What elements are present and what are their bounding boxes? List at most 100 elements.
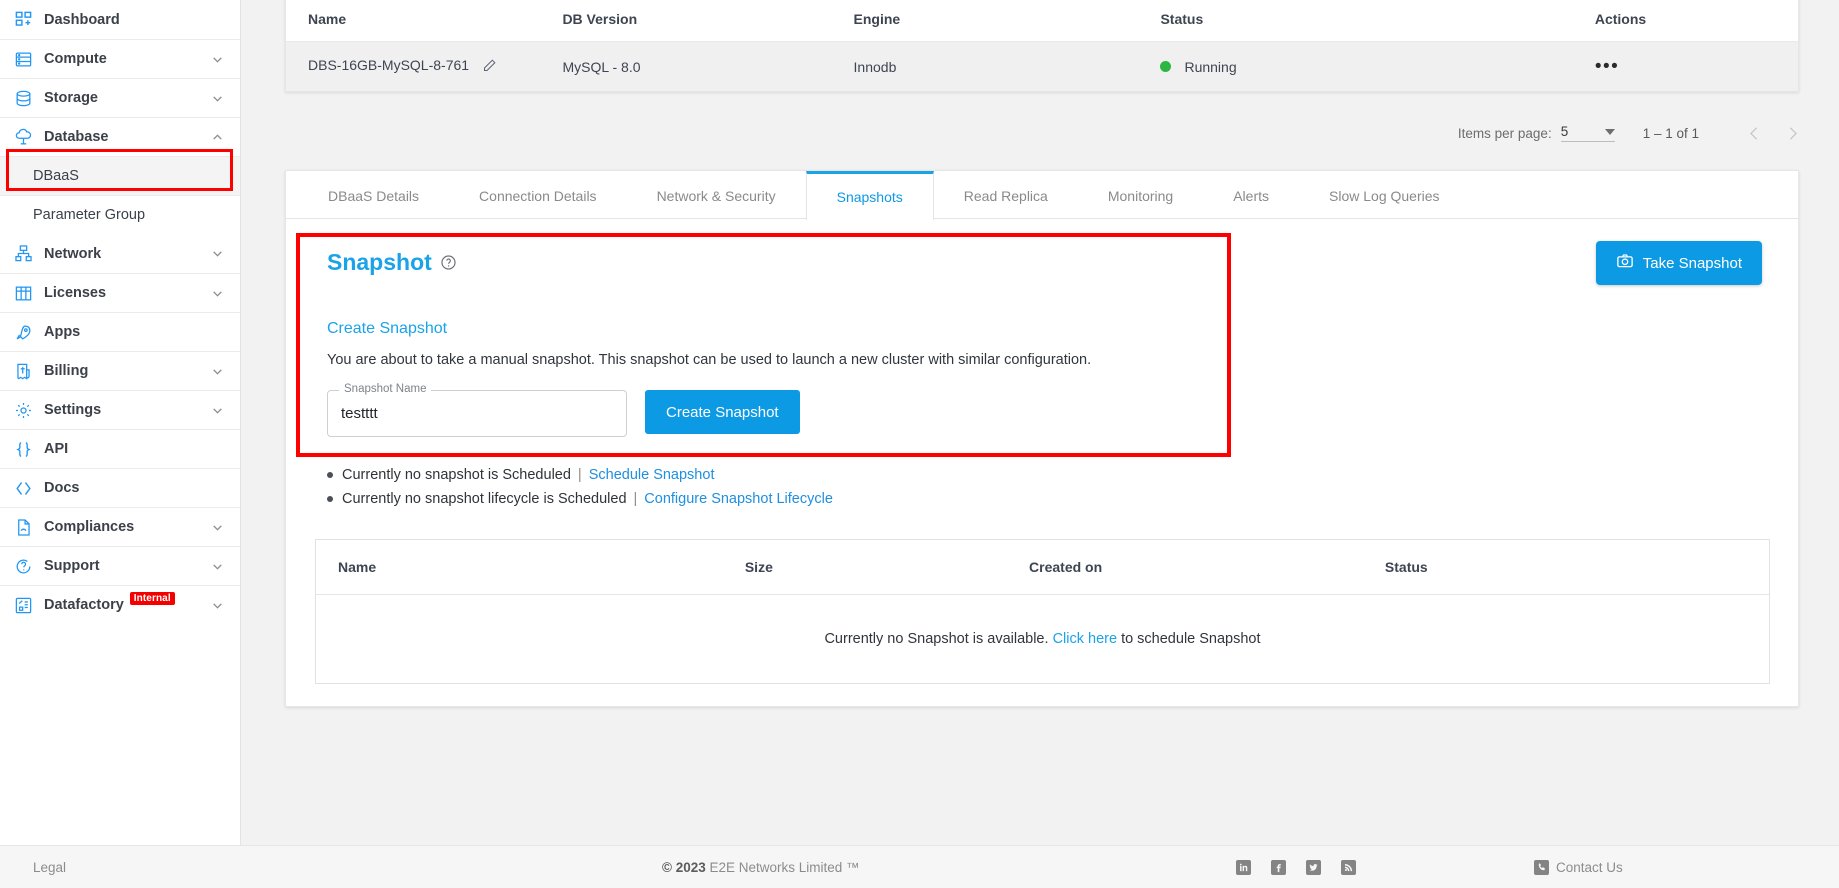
chevron-down-icon[interactable] bbox=[210, 598, 224, 612]
cluster-table-head: Name DB Version Engine Status Actions bbox=[286, 0, 1798, 42]
detail-tabs-card: DBaaS Details Connection Details Network… bbox=[285, 170, 1799, 707]
chevron-down-icon[interactable] bbox=[210, 247, 224, 261]
snapshot-table-body: Currently no Snapshot is available. Clic… bbox=[316, 595, 1769, 684]
support-chat-icon bbox=[10, 555, 36, 577]
sidebar-item-label: Billing bbox=[44, 363, 89, 379]
page-range-text: 1 – 1 of 1 bbox=[1642, 125, 1699, 141]
bullet-icon bbox=[327, 496, 333, 502]
angle-brackets-icon bbox=[10, 477, 36, 499]
sidebar-item-database[interactable]: Database bbox=[0, 117, 240, 156]
sidebar-item-compute[interactable]: Compute bbox=[0, 39, 240, 78]
sidebar-item-apps[interactable]: Apps bbox=[0, 312, 240, 351]
schedule-info-list: Currently no snapshot is Scheduled | Sch… bbox=[327, 463, 1798, 511]
scroll-gutter[interactable] bbox=[1823, 0, 1839, 845]
tab-dbaas-details[interactable]: DBaaS Details bbox=[298, 171, 449, 218]
separator: | bbox=[577, 467, 582, 483]
chevron-down-icon[interactable] bbox=[210, 52, 224, 66]
tab-network-security[interactable]: Network & Security bbox=[627, 171, 806, 218]
column-header-engine: Engine bbox=[853, 0, 1161, 42]
legal-link[interactable]: Legal bbox=[33, 860, 66, 875]
items-per-page-select[interactable]: 5 bbox=[1560, 124, 1615, 142]
sidebar-item-dbaas[interactable]: DBaaS bbox=[0, 156, 240, 195]
rocket-icon bbox=[10, 321, 36, 343]
dashboard-icon bbox=[10, 9, 36, 31]
items-per-page-label: Items per page: bbox=[1457, 125, 1552, 141]
empty-state-prefix: Currently no Snapshot is available. bbox=[824, 631, 1049, 647]
sidebar-item-label: Datafactory bbox=[44, 597, 124, 613]
status-text: Running bbox=[1184, 58, 1237, 75]
status-badge: Running bbox=[1160, 59, 1594, 75]
chevron-down-icon[interactable] bbox=[210, 286, 224, 300]
tab-slow-log-queries[interactable]: Slow Log Queries bbox=[1299, 171, 1470, 218]
app-root: Dashboard Compute Storage Database DBaaS… bbox=[0, 0, 1839, 888]
paginator: Items per page: 5 1 – 1 of 1 bbox=[241, 114, 1811, 152]
sidebar: Dashboard Compute Storage Database DBaaS… bbox=[0, 0, 241, 845]
sidebar-item-parameter-group[interactable]: Parameter Group bbox=[0, 195, 240, 234]
row-actions-menu-icon[interactable]: ••• bbox=[1595, 56, 1619, 77]
rss-icon[interactable] bbox=[1341, 859, 1356, 875]
facebook-icon[interactable] bbox=[1271, 859, 1286, 875]
copyright: © 2023 E2E Networks Limited ™ bbox=[662, 860, 860, 875]
contact-us-label: Contact Us bbox=[1556, 859, 1623, 875]
chevron-down-icon[interactable] bbox=[210, 403, 224, 417]
chevron-down-icon[interactable] bbox=[210, 559, 224, 573]
chevron-down-icon[interactable] bbox=[210, 364, 224, 378]
empty-state-row: Currently no Snapshot is available. Clic… bbox=[316, 595, 1769, 684]
table-row[interactable]: DBS-16GB-MySQL-8-761 MySQL - 8.0 Innodb bbox=[286, 41, 1798, 91]
tab-snapshots[interactable]: Snapshots bbox=[805, 171, 934, 220]
sidebar-item-label: Storage bbox=[44, 90, 98, 106]
sidebar-item-compliances[interactable]: Compliances bbox=[0, 507, 240, 546]
sidebar-item-datafactory[interactable]: Datafactory Internal bbox=[0, 585, 240, 624]
sidebar-item-label: Licenses bbox=[44, 285, 107, 301]
sidebar-item-billing[interactable]: Billing bbox=[0, 351, 240, 390]
take-snapshot-button[interactable]: Take Snapshot bbox=[1595, 241, 1762, 285]
sidebar-item-label: Compliances bbox=[44, 519, 135, 535]
sidebar-item-settings[interactable]: Settings bbox=[0, 390, 240, 429]
contact-us-link[interactable]: Contact Us bbox=[1534, 859, 1623, 875]
tab-connection-details[interactable]: Connection Details bbox=[449, 171, 627, 218]
configure-snapshot-lifecycle-link[interactable]: Configure Snapshot Lifecycle bbox=[644, 487, 833, 511]
sidebar-item-storage[interactable]: Storage bbox=[0, 78, 240, 117]
cloud-database-icon bbox=[10, 126, 36, 148]
help-circle-icon[interactable] bbox=[440, 254, 457, 271]
sidebar-item-network[interactable]: Network bbox=[0, 234, 240, 273]
table-header-row: Name DB Version Engine Status Actions bbox=[286, 0, 1798, 42]
empty-state-suffix: to schedule Snapshot bbox=[1121, 631, 1261, 647]
page-title: Snapshot bbox=[327, 249, 1798, 276]
linkedin-icon[interactable] bbox=[1236, 859, 1251, 875]
network-icon bbox=[10, 243, 36, 265]
chevron-down-icon[interactable] bbox=[210, 91, 224, 105]
sidebar-item-api[interactable]: API bbox=[0, 429, 240, 468]
table-header-row: Name Size Created on Status bbox=[316, 540, 1769, 595]
sidebar-item-label: Support bbox=[44, 558, 100, 574]
column-header-db-version: DB Version bbox=[562, 0, 854, 42]
cell-actions: ••• bbox=[1594, 41, 1798, 91]
tab-monitoring[interactable]: Monitoring bbox=[1078, 171, 1203, 218]
create-snapshot-button[interactable]: Create Snapshot bbox=[645, 390, 800, 434]
snapshot-description: You are about to take a manual snapshot.… bbox=[327, 352, 1092, 368]
snapshot-form: Snapshot Name Create Snapshot bbox=[327, 383, 1798, 437]
tab-alerts[interactable]: Alerts bbox=[1203, 171, 1299, 218]
previous-page-button[interactable] bbox=[1735, 114, 1773, 152]
snapshot-name-field[interactable]: Snapshot Name bbox=[327, 383, 627, 437]
sidebar-item-docs[interactable]: Docs bbox=[0, 468, 240, 507]
next-page-button[interactable] bbox=[1773, 114, 1811, 152]
items-per-page-value: 5 bbox=[1560, 124, 1569, 139]
chevron-down-icon[interactable] bbox=[210, 520, 224, 534]
tab-bar: DBaaS Details Connection Details Network… bbox=[286, 171, 1798, 220]
separator: | bbox=[633, 491, 638, 507]
server-icon bbox=[10, 48, 36, 70]
click-here-link[interactable]: Click here bbox=[1053, 631, 1117, 647]
schedule-snapshot-link[interactable]: Schedule Snapshot bbox=[589, 463, 715, 487]
sidebar-item-dashboard[interactable]: Dashboard bbox=[0, 0, 240, 39]
chevron-up-icon[interactable] bbox=[210, 130, 224, 144]
create-snapshot-heading: Create Snapshot bbox=[327, 320, 448, 337]
sidebar-item-label: Compute bbox=[44, 51, 107, 67]
sidebar-item-licenses[interactable]: Licenses bbox=[0, 273, 240, 312]
tab-read-replica[interactable]: Read Replica bbox=[934, 171, 1078, 218]
edit-pencil-icon[interactable] bbox=[482, 58, 497, 76]
grid-license-icon bbox=[10, 282, 36, 304]
sidebar-item-support[interactable]: Support bbox=[0, 546, 240, 585]
snapshot-name-input[interactable] bbox=[328, 391, 626, 436]
twitter-icon[interactable] bbox=[1306, 859, 1321, 875]
